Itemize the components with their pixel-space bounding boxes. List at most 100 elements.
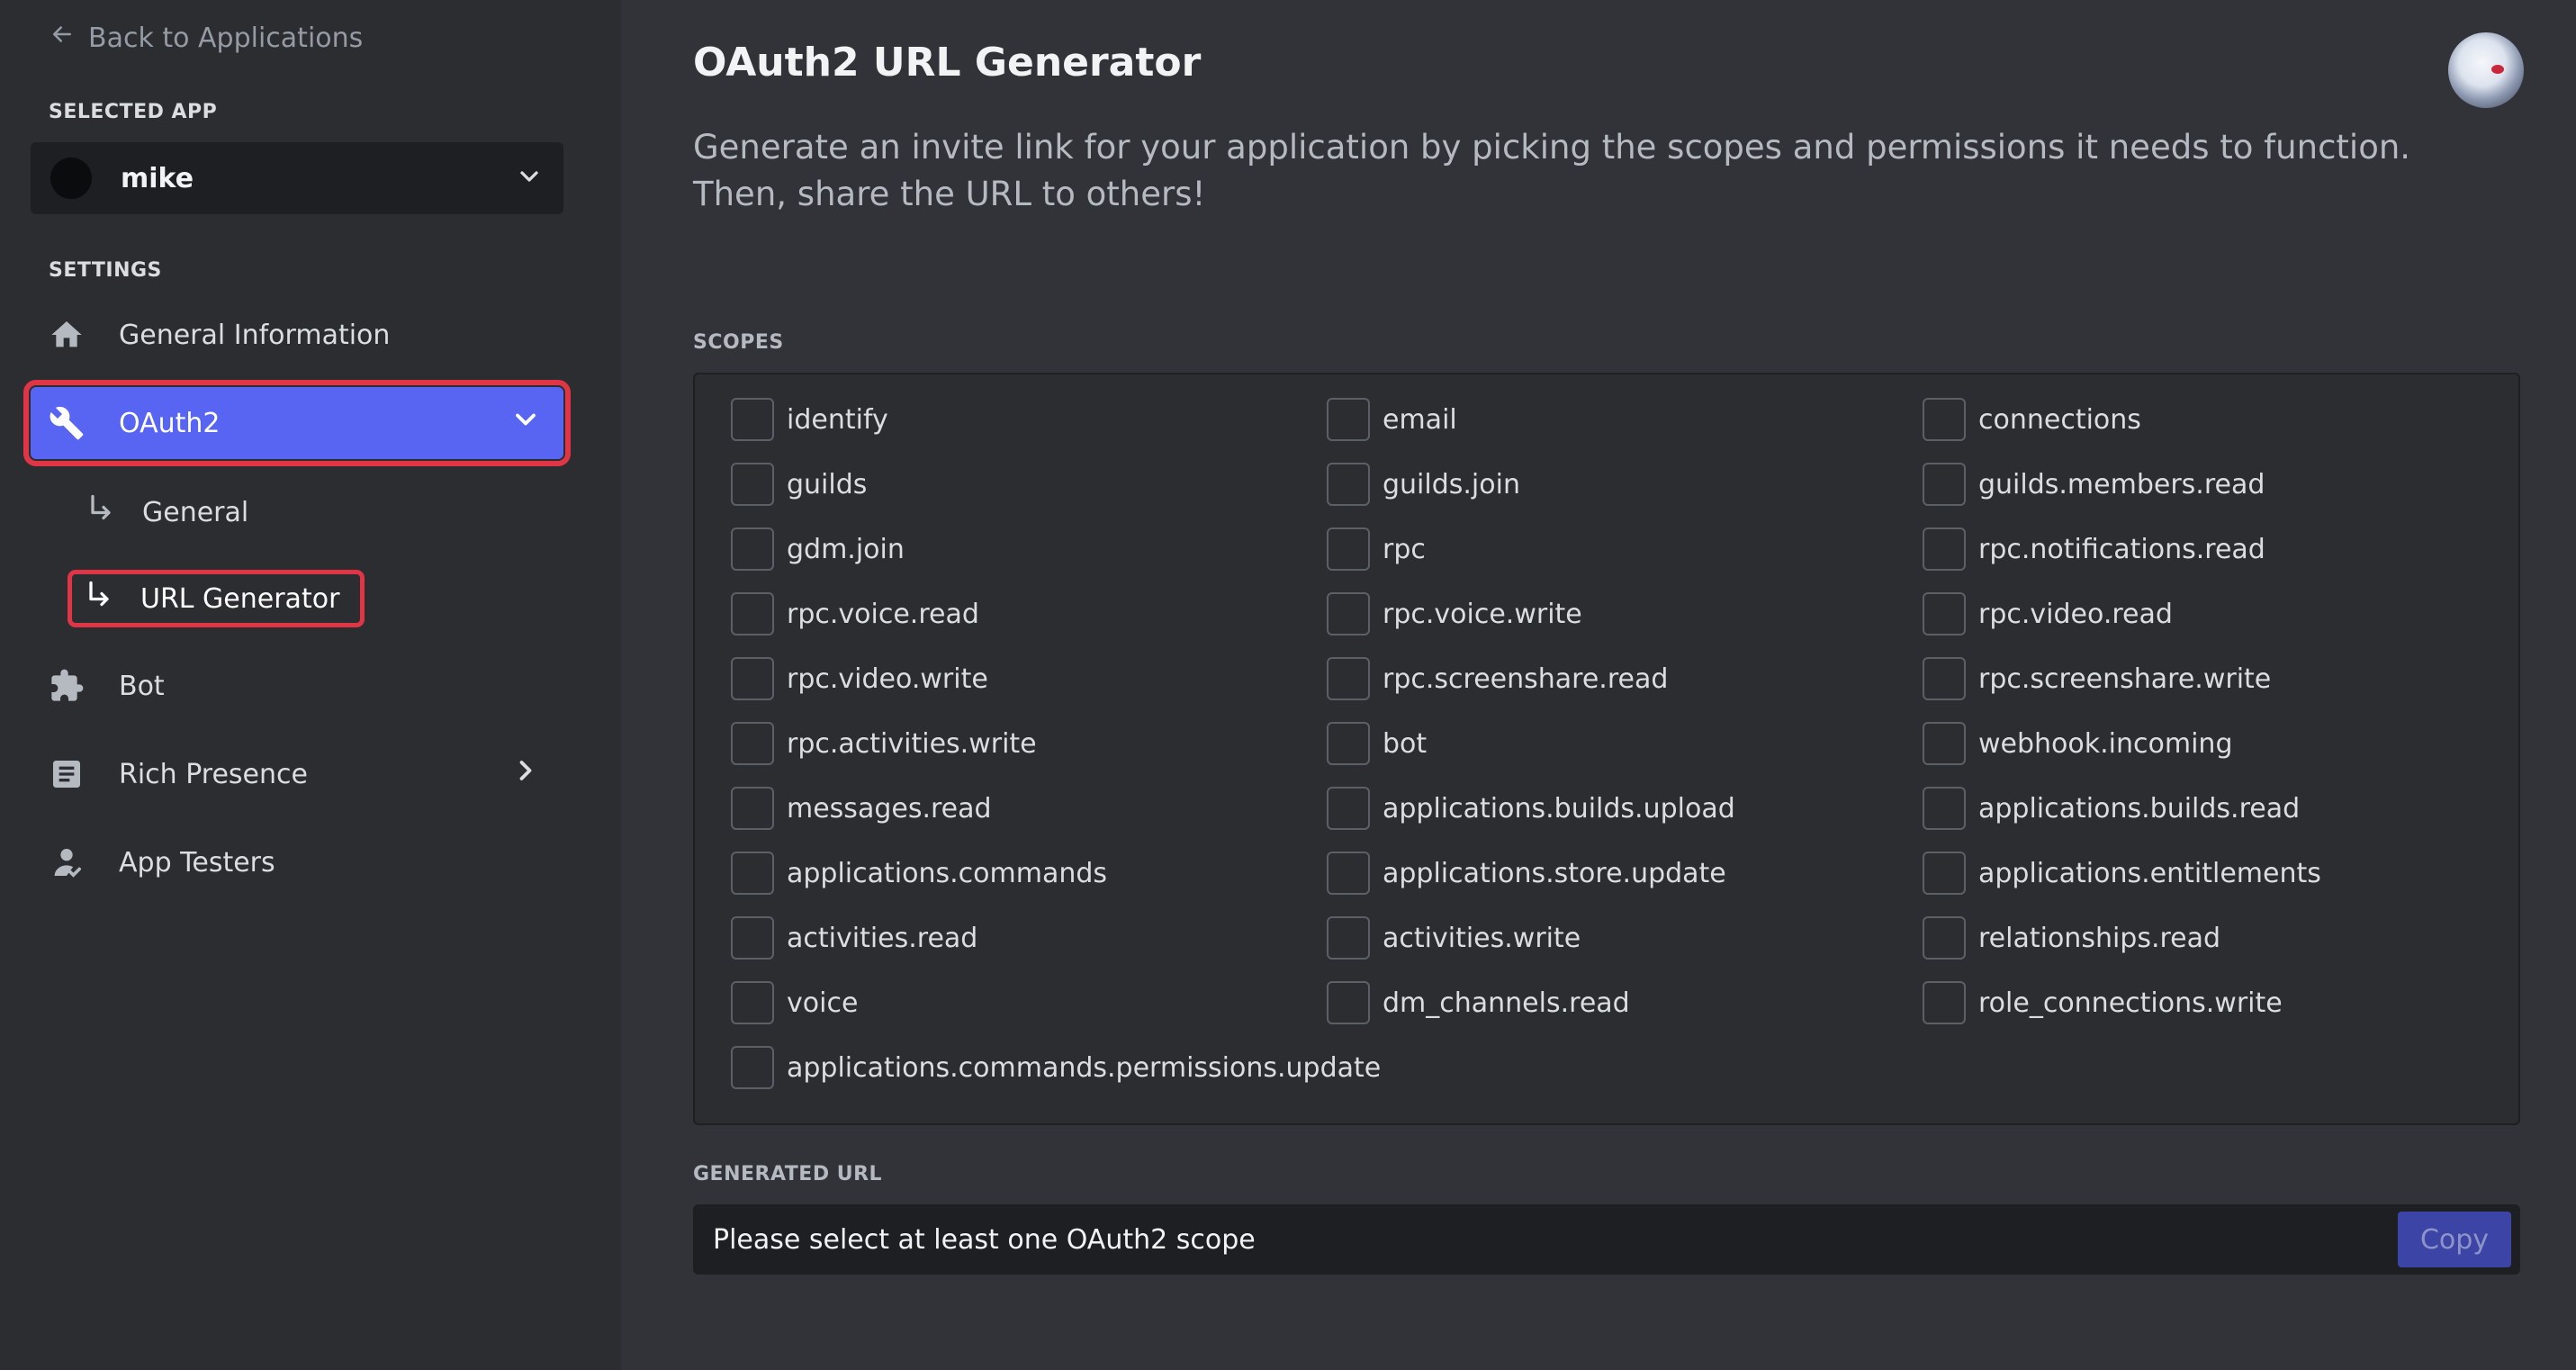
checkbox[interactable]: [731, 398, 774, 441]
checkbox[interactable]: [1327, 852, 1370, 895]
arrow-down-right-icon: [83, 579, 140, 618]
checkbox[interactable]: [731, 787, 774, 830]
scope-label: activities.read: [787, 922, 978, 954]
checkbox[interactable]: [731, 981, 774, 1024]
checkbox[interactable]: [1923, 916, 1966, 960]
scope-checkbox-item[interactable]: activities.write: [1327, 915, 1581, 961]
scope-checkbox-item[interactable]: rpc.notifications.read: [1923, 526, 2265, 572]
sidebar-subitem-label: URL Generator: [140, 582, 340, 615]
scope-label: rpc: [1383, 533, 1426, 565]
generated-url-text: Please select at least one OAuth2 scope: [713, 1223, 1256, 1256]
scope-checkbox-item[interactable]: rpc: [1327, 526, 1426, 572]
person-add-icon: [47, 843, 86, 882]
scope-checkbox-item[interactable]: guilds.members.read: [1923, 461, 2265, 508]
checkbox[interactable]: [1327, 981, 1370, 1024]
checkbox[interactable]: [731, 657, 774, 700]
checkbox[interactable]: [1923, 981, 1966, 1024]
scope-checkbox-item[interactable]: activities.read: [731, 915, 977, 961]
back-to-applications-link[interactable]: Back to Applications: [49, 20, 363, 56]
scope-checkbox-item[interactable]: relationships.read: [1923, 915, 2220, 961]
scope-checkbox-item[interactable]: guilds: [731, 461, 867, 508]
scope-checkbox-item[interactable]: rpc.voice.read: [731, 590, 979, 637]
checkbox[interactable]: [731, 527, 774, 571]
sidebar-item-app-testers[interactable]: App Testers: [31, 826, 563, 898]
sidebar-subitem-general[interactable]: General: [74, 488, 263, 536]
checkbox[interactable]: [1327, 657, 1370, 700]
scope-checkbox-item[interactable]: guilds.join: [1327, 461, 1520, 508]
main-content: OAuth2 URL Generator Generate an invite …: [621, 0, 2576, 1370]
wrench-icon: [47, 403, 86, 443]
checkbox[interactable]: [731, 722, 774, 765]
app-avatar: [50, 158, 92, 199]
checkbox[interactable]: [1923, 527, 1966, 571]
scope-checkbox-item[interactable]: messages.read: [731, 785, 992, 832]
puzzle-piece-icon: [47, 666, 86, 706]
sidebar-item-general-information[interactable]: General Information: [31, 299, 563, 371]
arrow-left-icon: [49, 21, 76, 55]
scope-checkbox-item[interactable]: email: [1327, 396, 1457, 443]
checkbox[interactable]: [731, 852, 774, 895]
scope-checkbox-item[interactable]: voice: [731, 979, 858, 1026]
scope-label: activities.write: [1383, 922, 1581, 954]
scope-checkbox-item[interactable]: applications.builds.upload: [1327, 785, 1735, 832]
home-icon: [47, 315, 86, 355]
sidebar-item-label: General Information: [119, 319, 391, 351]
scope-checkbox-item[interactable]: rpc.activities.write: [731, 720, 1037, 767]
generated-url-field[interactable]: Please select at least one OAuth2 scope …: [693, 1204, 2520, 1275]
scope-checkbox-item[interactable]: role_connections.write: [1923, 979, 2283, 1026]
app-selector-dropdown[interactable]: mike: [31, 142, 563, 214]
checkbox[interactable]: [1923, 398, 1966, 441]
checkbox[interactable]: [1327, 398, 1370, 441]
sidebar-item-rich-presence[interactable]: Rich Presence: [31, 738, 563, 810]
scope-checkbox-item[interactable]: rpc.video.write: [731, 655, 988, 702]
checkbox[interactable]: [1923, 657, 1966, 700]
sidebar-item-label: App Testers: [119, 846, 275, 879]
scope-checkbox-item[interactable]: applications.store.update: [1327, 850, 1726, 897]
checkbox[interactable]: [731, 592, 774, 635]
sidebar-subitem-url-generator[interactable]: URL Generator: [68, 570, 365, 627]
scope-checkbox-item[interactable]: rpc.screenshare.write: [1923, 655, 2271, 702]
checkbox[interactable]: [731, 463, 774, 506]
checkbox[interactable]: [1923, 722, 1966, 765]
scope-checkbox-item[interactable]: connections: [1923, 396, 2141, 443]
sidebar-item-bot[interactable]: Bot: [31, 650, 563, 722]
scope-label: bot: [1383, 727, 1428, 760]
scope-checkbox-item[interactable]: applications.entitlements: [1923, 850, 2321, 897]
scope-checkbox-item[interactable]: webhook.incoming: [1923, 720, 2232, 767]
scope-checkbox-item[interactable]: bot: [1327, 720, 1427, 767]
scope-checkbox-item[interactable]: applications.commands: [731, 850, 1107, 897]
scope-checkbox-item[interactable]: gdm.join: [731, 526, 905, 572]
checkbox[interactable]: [1327, 722, 1370, 765]
app-root: Back to Applications SELECTED APP mike S…: [0, 0, 2576, 1370]
scope-checkbox-item[interactable]: rpc.video.read: [1923, 590, 2173, 637]
checkbox[interactable]: [1327, 592, 1370, 635]
scope-checkbox-item[interactable]: applications.commands.permissions.update: [731, 1044, 1381, 1091]
settings-heading: SETTINGS: [49, 259, 162, 282]
checkbox[interactable]: [1327, 916, 1370, 960]
checkbox[interactable]: [1923, 787, 1966, 830]
avatar-detail: [2491, 65, 2504, 74]
scope-label: applications.builds.upload: [1383, 792, 1735, 825]
scope-label: rpc.screenshare.read: [1383, 662, 1669, 695]
checkbox[interactable]: [1327, 527, 1370, 571]
scope-label: rpc.voice.read: [787, 598, 979, 630]
checkbox[interactable]: [1327, 463, 1370, 506]
checkbox[interactable]: [1923, 592, 1966, 635]
scope-checkbox-item[interactable]: dm_channels.read: [1327, 979, 1630, 1026]
copy-button[interactable]: Copy: [2398, 1212, 2511, 1267]
scope-checkbox-item[interactable]: rpc.voice.write: [1327, 590, 1582, 637]
scope-label: rpc.video.write: [787, 662, 988, 695]
checkbox[interactable]: [1923, 852, 1966, 895]
scope-label: guilds.join: [1383, 468, 1520, 500]
checkbox[interactable]: [1923, 463, 1966, 506]
checkbox[interactable]: [1327, 787, 1370, 830]
sidebar-item-oauth2[interactable]: OAuth2: [23, 380, 571, 466]
scope-checkbox-item[interactable]: applications.builds.read: [1923, 785, 2300, 832]
user-avatar[interactable]: [2448, 32, 2524, 108]
scope-checkbox-item[interactable]: identify: [731, 396, 888, 443]
scope-label: rpc.screenshare.write: [1978, 662, 2272, 695]
page-title: OAuth2 URL Generator: [693, 40, 1202, 86]
scope-checkbox-item[interactable]: rpc.screenshare.read: [1327, 655, 1668, 702]
checkbox[interactable]: [731, 1046, 774, 1089]
checkbox[interactable]: [731, 916, 774, 960]
